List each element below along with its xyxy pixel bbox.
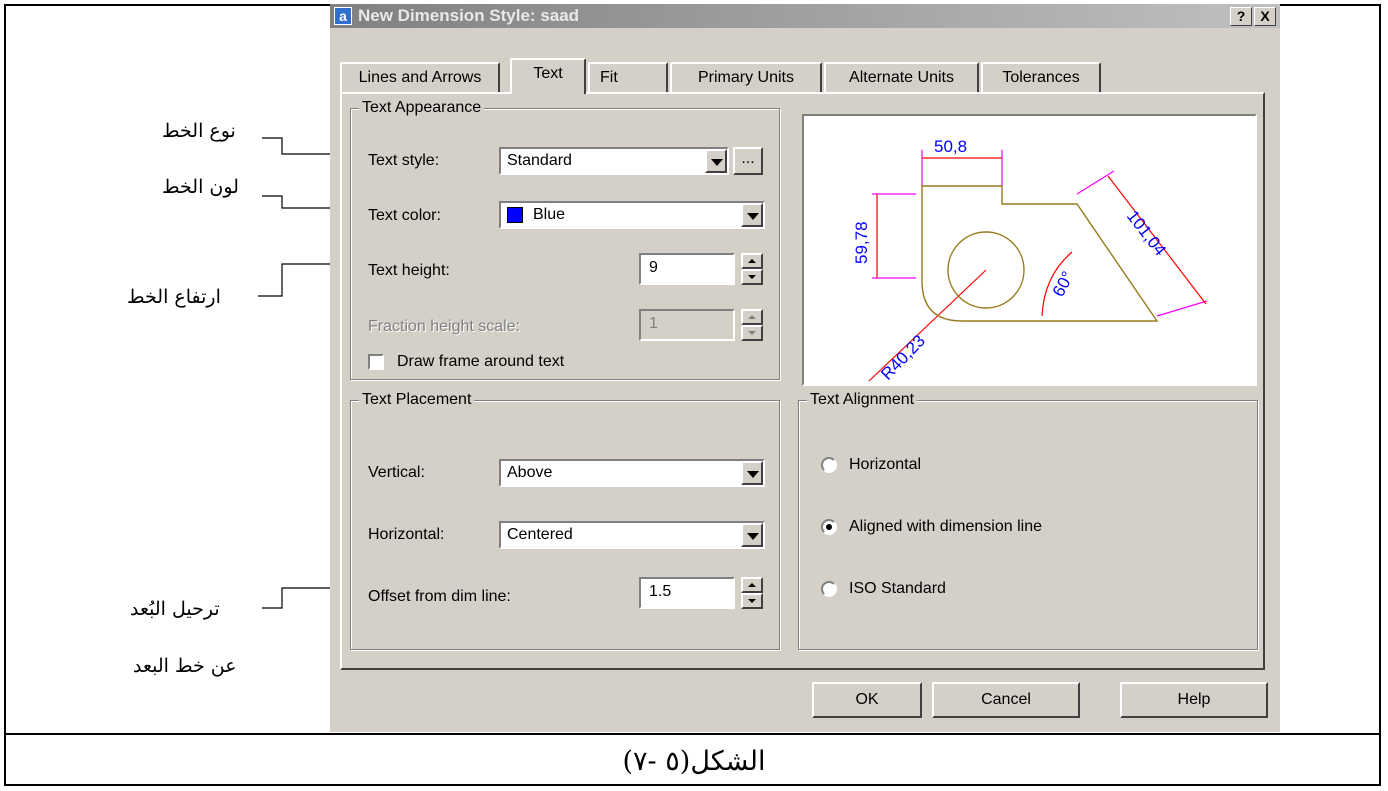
radio-horizontal-label: Horizontal	[849, 456, 922, 473]
vertical-label: Vertical:	[368, 464, 425, 481]
radio-iso-label: ISO Standard	[849, 580, 946, 597]
title-bar: a New Dimension Style: saad ? X	[330, 4, 1280, 28]
radio-iso-standard[interactable]	[821, 581, 837, 597]
text-alignment-title: Text Alignment	[807, 390, 918, 410]
offset-value: 1.5	[649, 583, 672, 600]
radio-aligned[interactable]	[821, 519, 837, 535]
stepper-up-icon[interactable]	[741, 309, 763, 325]
chevron-down-icon[interactable]	[705, 149, 727, 173]
text-alignment-group: Text Alignment Horizontal Aligned with d…	[798, 390, 1258, 650]
dialog-title: New Dimension Style: saad	[358, 6, 580, 25]
tab-text[interactable]: Text	[510, 58, 586, 94]
close-button[interactable]: X	[1254, 7, 1276, 26]
tab-lines-and-arrows[interactable]: Lines and Arrows	[340, 62, 500, 92]
preview-drawing: 50,8 59,78 101,04 60° R40,23	[852, 137, 1208, 384]
offset-input[interactable]: 1.5	[639, 577, 735, 609]
text-color-select[interactable]: Blue	[499, 201, 765, 229]
dim-slant-label: 101,04	[1123, 207, 1170, 260]
text-placement-group: Text Placement Vertical: Above Horizonta…	[350, 390, 780, 650]
text-tab-panel: Text Appearance Text style: Standard ...…	[340, 92, 1265, 670]
stepper-down-icon[interactable]	[741, 269, 763, 285]
radio-aligned-label: Aligned with dimension line	[849, 518, 1042, 535]
text-height-input[interactable]: 9	[639, 253, 735, 285]
tab-alternate-units[interactable]: Alternate Units	[824, 62, 979, 92]
fraction-height-value: 1	[649, 315, 658, 332]
stepper-up-icon[interactable]	[741, 577, 763, 593]
fraction-height-stepper[interactable]	[741, 309, 763, 341]
offset-label: Offset from dim line:	[368, 588, 511, 605]
fraction-height-label: Fraction height scale:	[368, 318, 521, 335]
chevron-down-icon[interactable]	[741, 461, 763, 485]
app-icon: a	[334, 7, 352, 25]
help-title-button[interactable]: ?	[1230, 7, 1252, 26]
text-appearance-title: Text Appearance	[359, 98, 485, 118]
draw-frame-checkbox[interactable]	[368, 354, 384, 370]
dim-top-label: 50,8	[934, 137, 967, 156]
text-height-label: Text height:	[368, 262, 450, 279]
chevron-down-icon[interactable]	[741, 203, 763, 227]
browse-text-style-button[interactable]: ...	[733, 147, 763, 175]
dim-radius-label: R40,23	[877, 331, 929, 384]
dim-angle-label: 60°	[1049, 268, 1078, 300]
stepper-down-icon[interactable]	[741, 325, 763, 341]
text-color-value: Blue	[533, 206, 566, 223]
text-appearance-group: Text Appearance Text style: Standard ...…	[350, 98, 780, 380]
horizontal-value: Centered	[507, 526, 573, 543]
text-color-label: Text color:	[368, 207, 441, 224]
horizontal-select[interactable]: Centered	[499, 521, 765, 549]
text-style-label: Text style:	[368, 152, 440, 169]
dimension-preview: 50,8 59,78 101,04 60° R40,23	[802, 114, 1257, 386]
stepper-down-icon[interactable]	[741, 593, 763, 609]
draw-frame-label: Draw frame around text	[397, 353, 565, 370]
tab-tolerances[interactable]: Tolerances	[981, 62, 1101, 92]
dim-left-label: 59,78	[852, 221, 871, 264]
vertical-value: Above	[507, 464, 553, 481]
tab-fit[interactable]: Fit	[588, 62, 668, 92]
text-placement-title: Text Placement	[359, 390, 475, 410]
offset-stepper[interactable]	[741, 577, 763, 609]
new-dimension-style-dialog: a New Dimension Style: saad ? X Lines an…	[330, 4, 1280, 732]
cancel-button[interactable]: Cancel	[932, 682, 1080, 718]
fraction-height-input[interactable]: 1	[639, 309, 735, 341]
text-style-select[interactable]: Standard	[499, 147, 729, 175]
radio-horizontal[interactable]	[821, 457, 837, 473]
help-button[interactable]: Help	[1120, 682, 1268, 718]
color-swatch	[507, 207, 523, 223]
chevron-down-icon[interactable]	[741, 523, 763, 547]
ok-button[interactable]: OK	[812, 682, 922, 718]
stepper-up-icon[interactable]	[741, 253, 763, 269]
tab-primary-units[interactable]: Primary Units	[670, 62, 822, 92]
horizontal-label: Horizontal:	[368, 526, 445, 543]
text-style-value: Standard	[507, 152, 572, 169]
text-height-stepper[interactable]	[741, 253, 763, 285]
vertical-select[interactable]: Above	[499, 459, 765, 487]
text-height-value: 9	[649, 259, 658, 276]
